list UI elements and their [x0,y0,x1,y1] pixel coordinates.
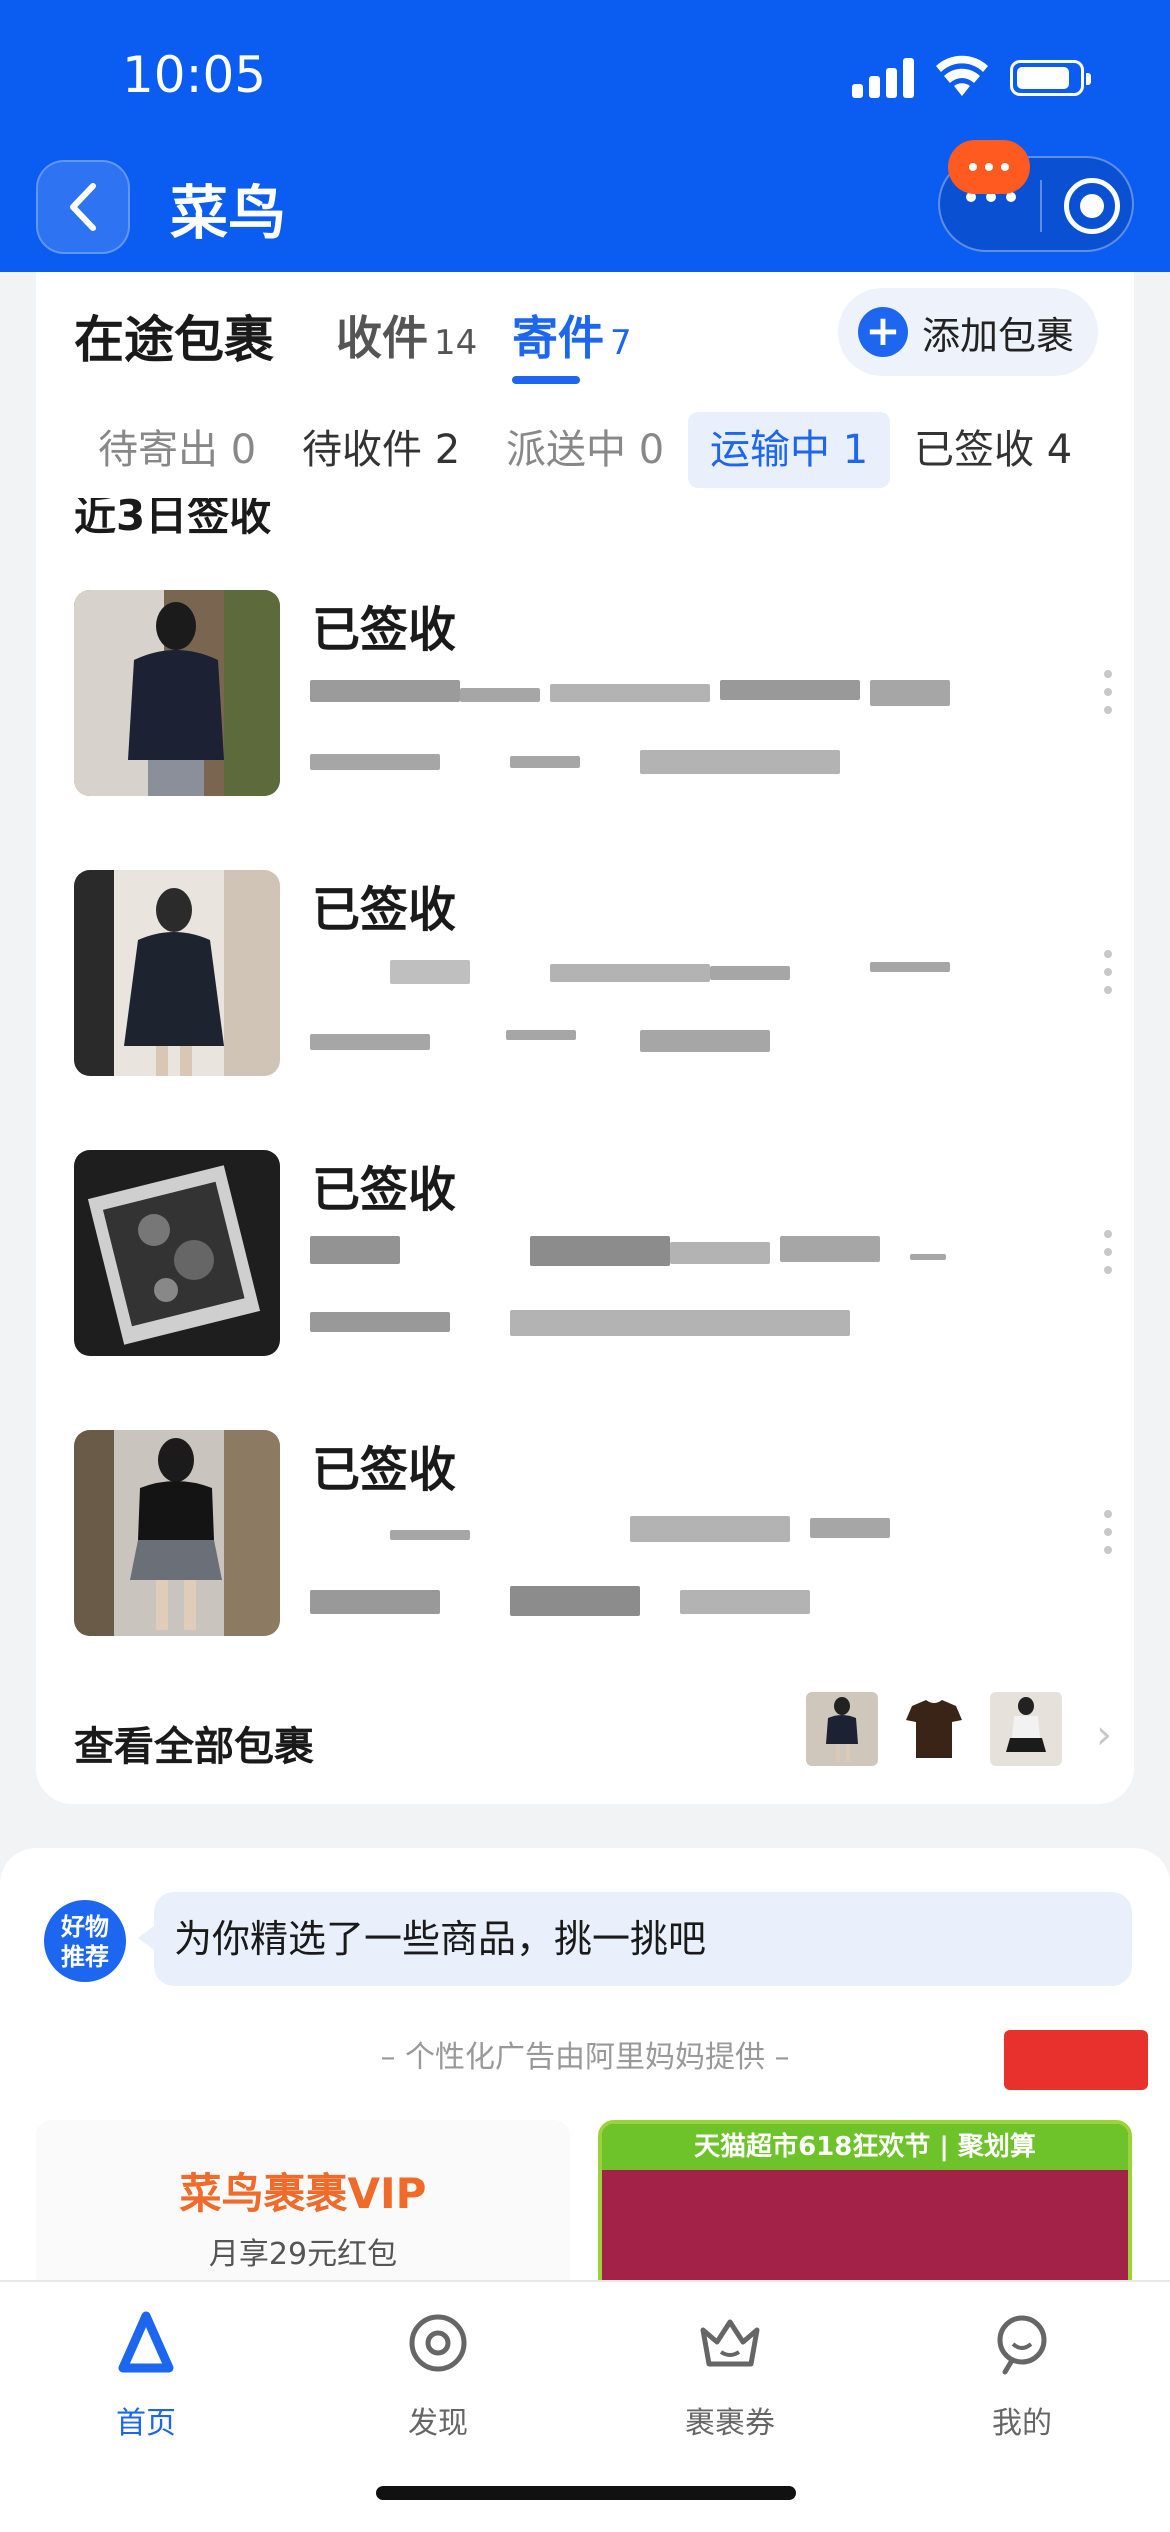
tmall-promo-card[interactable]: 天猫超市618狂欢节 | 聚划算 [598,2120,1132,2300]
redacted-address-info [310,1024,850,1058]
view-all-label: 查看全部包裹 [74,1724,314,1770]
subtab-signed[interactable]: 已签收 4 [892,412,1094,488]
screen: 10:05 菜鸟 在途包裹 收件 14 寄件 7 + 添加包裹 待寄出 0 待收… [0,0,1170,2532]
recommend-message: 为你精选了一些商品，挑一挑吧 [138,1892,1132,1986]
tab-coupons-label: 裹裹券 [685,2406,775,2441]
chevron-left-icon [70,183,96,231]
tab-send[interactable]: 寄件 7 [512,302,632,368]
product-thumbnail [74,1430,280,1636]
ad-disclaimer: – 个性化广告由阿里妈妈提供 – [380,2040,790,2075]
back-button[interactable] [36,160,130,254]
product-thumbnail [74,590,280,796]
tab-profile[interactable]: 我的 [932,2308,1112,2442]
redacted-address-info [310,744,850,778]
tab-coupons[interactable]: 裹裹券 [640,2308,820,2442]
add-package-label: 添加包裹 [922,313,1075,358]
recommendation-section: 好物 推荐 为你精选了一些商品，挑一挑吧 – 个性化广告由阿里妈妈提供 – 菜鸟… [0,1848,1170,2300]
package-item[interactable]: 已签收 [74,1430,1114,1640]
section-title: 近3日签收 [74,498,272,536]
product-thumbnail [74,870,280,1076]
tab-in-transit[interactable]: 在途包裹 [74,300,274,372]
subtab-in-transport[interactable]: 运输中 1 [688,412,891,488]
add-package-button[interactable]: + 添加包裹 [838,288,1098,376]
redacted-address-info [310,1584,850,1618]
tab-discover[interactable]: 发现 [348,2308,528,2442]
recommend-badge-line1: 好物 [61,1913,109,1941]
more-options-icon[interactable] [1102,1510,1114,1554]
mini-thumbnail [898,1692,970,1766]
top-header: 10:05 菜鸟 [0,0,1170,272]
crown-coupon-icon [700,2319,760,2367]
view-all-packages[interactable]: 查看全部包裹 › [74,1692,1114,1782]
vip-promo-card[interactable]: 菜鸟裹裹VIP 月享29元红包 [36,2120,570,2300]
tab-receive-count: 14 [434,323,478,363]
battery-icon [1010,60,1091,96]
redacted-tracking-info [310,954,950,994]
package-item[interactable]: 已签收 [74,870,1114,1080]
redacted-tracking-info [310,674,950,714]
tab-discover-label: 发现 [408,2406,468,2441]
subtab-to-send[interactable]: 待寄出 0 [76,412,278,488]
vip-subtitle: 月享29元红包 [208,2237,398,2272]
active-tab-indicator [512,376,580,384]
package-status: 已签收 [312,602,457,658]
profile-icon [997,2315,1047,2375]
more-options-icon[interactable] [1102,950,1114,994]
package-status: 已签收 [312,1442,457,1498]
package-item[interactable]: 已签收 [74,590,1114,800]
tab-home-label: 首页 [116,2406,176,2441]
redacted-tracking-info [310,1514,950,1554]
tab-profile-label: 我的 [992,2406,1052,2441]
tab-home[interactable]: 首页 [56,2308,236,2442]
more-options-icon[interactable] [1102,670,1114,714]
recommend-badge: 好物 推荐 [44,1900,126,1982]
package-card: 在途包裹 收件 14 寄件 7 + 添加包裹 待寄出 0 待收件 2 派送中 0 运… [36,272,1134,1804]
subtab-to-receive[interactable]: 待收件 2 [280,412,482,488]
notification-badge[interactable] [948,140,1030,194]
more-options-icon[interactable] [1102,1230,1114,1274]
home-indicator [376,2486,796,2500]
close-miniapp-icon[interactable] [1064,178,1120,234]
vip-title: 菜鸟裹裹VIP [179,2169,427,2218]
tab-send-label: 寄件 [512,311,604,365]
chevron-right-icon: › [1096,1712,1112,1758]
package-item[interactable]: 已签收 [74,1150,1114,1360]
redacted-tracking-info [310,1234,950,1274]
plus-icon: + [858,307,908,357]
discover-icon [409,2314,467,2372]
cellular-signal-icon [852,58,916,98]
tab-receive[interactable]: 收件 14 [336,302,477,368]
product-thumbnail [74,1150,280,1356]
page-title: 菜鸟 [170,179,287,247]
package-status: 已签收 [312,882,457,938]
subtab-delivering[interactable]: 派送中 0 [484,412,686,488]
red-envelope-icon[interactable] [1004,2030,1148,2090]
wifi-icon [936,55,988,96]
tab-send-count: 7 [610,323,632,363]
status-time: 10:05 [122,46,267,104]
cainiao-logo-icon [118,2311,174,2373]
status-filter-tabs: 待寄出 0 待收件 2 派送中 0 运输中 1 已签收 4 [36,412,1134,488]
mini-thumbnail [990,1692,1062,1766]
tmall-banner: 天猫超市618狂欢节 | 聚划算 [602,2124,1128,2170]
package-tabs: 在途包裹 收件 14 寄件 7 + 添加包裹 [36,272,1134,384]
mini-thumbnail [806,1692,878,1766]
recommend-badge-line2: 推荐 [61,1943,109,1971]
package-status: 已签收 [312,1162,457,1218]
tab-receive-label: 收件 [336,311,428,365]
redacted-address-info [310,1304,850,1338]
